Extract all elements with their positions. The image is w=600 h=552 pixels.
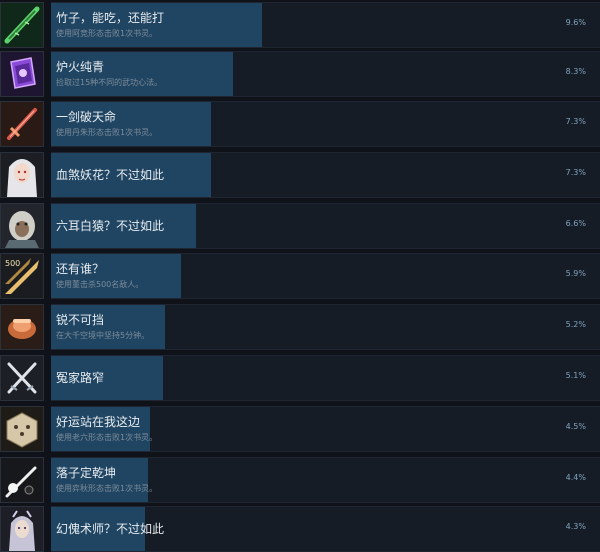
- achievement-bar: 锐不可挡 在大千空境中坚持5分钟。 5.2%: [51, 304, 600, 350]
- achievement-bar: 六耳白猿？不过如此 6.6%: [51, 203, 600, 249]
- unlock-percent: 7.3%: [565, 168, 586, 177]
- unlock-percent: 4.4%: [565, 473, 586, 482]
- achievement-name: 血煞妖花？不过如此: [56, 168, 165, 182]
- achievement-name: 好运站在我这边: [56, 415, 141, 429]
- achievement-bar: 冤家路窄 5.1%: [51, 355, 600, 401]
- red-sword-icon: [0, 101, 44, 147]
- achievement-name: 锐不可挡: [56, 313, 105, 327]
- achievement-row[interactable]: 血煞妖花？不过如此 7.3%: [0, 152, 600, 198]
- achievement-row[interactable]: 一剑破天命 使用丹朱形态击败1次书灵。 7.3%: [0, 101, 600, 147]
- achievement-list: 竹子，能吃，还能打 使用阿竞形态击败1次书灵。 9.6% 炉火纯青 捡取过15种…: [0, 0, 600, 552]
- achievement-desc: 使用阿竞形态击败1次书灵。: [56, 29, 158, 38]
- unlock-percent: 5.1%: [565, 371, 586, 380]
- unlock-percent: 5.2%: [565, 320, 586, 329]
- go-stones-icon: [0, 457, 44, 503]
- unlock-percent: 9.6%: [565, 18, 586, 27]
- achievement-row[interactable]: 落子定乾坤 使用弈秋形态击败1次书灵。 4.4%: [0, 457, 600, 503]
- achievement-name: 落子定乾坤: [56, 466, 117, 480]
- achievement-bar: 还有谁？ 使用董击杀500名敌人。 5.9%: [51, 253, 600, 299]
- unlock-percent: 7.3%: [565, 117, 586, 126]
- slash-500-icon: 500: [0, 253, 44, 299]
- achievement-desc: 使用弈秋形态击败1次书灵。: [56, 484, 158, 493]
- achievement-bar: 炉火纯青 捡取过15种不同的武功心法。 8.3%: [51, 51, 600, 97]
- achievement-row[interactable]: 六耳白猿？不过如此 6.6%: [0, 203, 600, 249]
- unlock-percent: 5.9%: [565, 269, 586, 278]
- dice-icon: [0, 406, 44, 452]
- achievement-name: 炉火纯青: [56, 60, 105, 74]
- puppeteer-icon: [0, 506, 44, 552]
- svg-text:500: 500: [5, 259, 20, 268]
- achievement-name: 幻傀术师？不过如此: [56, 522, 165, 536]
- orange-fist-icon: [0, 304, 44, 350]
- achievement-bar: 一剑破天命 使用丹朱形态击败1次书灵。 7.3%: [51, 101, 600, 147]
- achievement-desc: 使用董击杀500名敌人。: [56, 280, 144, 289]
- crossed-swords-icon: [0, 355, 44, 401]
- unlock-percent: 4.3%: [565, 522, 586, 531]
- white-haired-woman-icon: [0, 152, 44, 198]
- achievement-bar: 竹子，能吃，还能打 使用阿竞形态击败1次书灵。 9.6%: [51, 2, 600, 48]
- achievement-name: 还有谁？: [56, 262, 105, 276]
- achievement-name: 六耳白猿？不过如此: [56, 219, 165, 233]
- achievement-name: 竹子，能吃，还能打: [56, 11, 165, 25]
- white-ape-icon: [0, 203, 44, 249]
- achievement-row[interactable]: 好运站在我这边 使用老六形态击败1次书灵。 4.5%: [0, 406, 600, 452]
- achievement-row[interactable]: 幻傀术师？不过如此 4.3%: [0, 506, 600, 552]
- achievement-row[interactable]: 500 还有谁？ 使用董击杀500名敌人。 5.9%: [0, 253, 600, 299]
- achievement-desc: 在大千空境中坚持5分钟。: [56, 331, 150, 340]
- achievement-desc: 使用老六形态击败1次书灵。: [56, 433, 158, 442]
- achievement-bar: 落子定乾坤 使用弈秋形态击败1次书灵。 4.4%: [51, 457, 600, 503]
- achievement-row[interactable]: 冤家路窄 5.1%: [0, 355, 600, 401]
- achievement-row[interactable]: 锐不可挡 在大千空境中坚持5分钟。 5.2%: [0, 304, 600, 350]
- achievement-name: 冤家路窄: [56, 371, 105, 385]
- unlock-percent: 4.5%: [565, 422, 586, 431]
- unlock-percent: 8.3%: [565, 67, 586, 76]
- achievement-name: 一剑破天命: [56, 110, 117, 124]
- unlock-percent: 6.6%: [565, 219, 586, 228]
- achievement-desc: 捡取过15种不同的武功心法。: [56, 78, 163, 87]
- achievement-desc: 使用丹朱形态击败1次书灵。: [56, 128, 158, 137]
- achievement-bar: 好运站在我这边 使用老六形态击败1次书灵。 4.5%: [51, 406, 600, 452]
- achievement-bar: 幻傀术师？不过如此 4.3%: [51, 506, 600, 552]
- bamboo-sword-icon: [0, 2, 44, 48]
- achievement-bar: 血煞妖花？不过如此 7.3%: [51, 152, 600, 198]
- achievement-row[interactable]: 炉火纯青 捡取过15种不同的武功心法。 8.3%: [0, 51, 600, 97]
- purple-book-icon: [0, 51, 44, 97]
- achievement-row[interactable]: 竹子，能吃，还能打 使用阿竞形态击败1次书灵。 9.6%: [0, 2, 600, 48]
